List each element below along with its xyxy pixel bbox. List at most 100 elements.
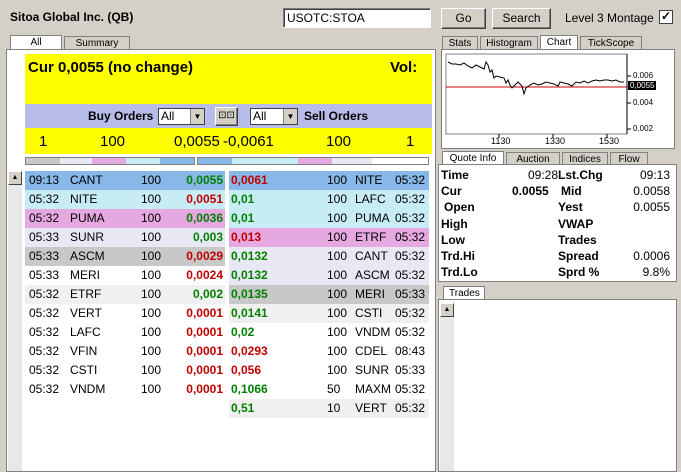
ask-market-maker: SUNR (355, 363, 390, 377)
open-label: Open (444, 200, 475, 214)
bid-depth-strip (25, 157, 195, 165)
bid-price: 0,0001 (186, 306, 223, 320)
ask-row[interactable]: 0,056 100 SUNR 05:33 (229, 361, 429, 380)
chart-x-label: 1130 (491, 136, 511, 146)
ask-time: 05:32 (395, 382, 426, 396)
ask-time: 05:32 (395, 230, 426, 244)
level3-montage-checkbox[interactable]: ✓ (659, 10, 673, 24)
tab-tickscope[interactable]: TickScope (580, 36, 642, 50)
ask-row[interactable]: 0,013 100 ETRF 05:32 (229, 228, 429, 247)
ask-time: 05:32 (395, 192, 426, 206)
sell-orders-filter[interactable]: All ▼ (250, 108, 298, 125)
ask-size: 100 (327, 268, 348, 282)
go-button[interactable]: Go (441, 8, 486, 29)
ask-row[interactable]: 0,0061 100 NITE 05:32 (229, 171, 429, 190)
bid-row[interactable]: 05:33 ASCM 100 0,0029 (25, 247, 225, 266)
inside-market-summary: 1 100 0,0055 -0,0061 100 1 (25, 128, 432, 154)
chart-x-label: 1330 (545, 136, 566, 146)
quote-row: High VWAP (439, 216, 676, 232)
tab-summary[interactable]: Summary (64, 36, 130, 50)
bid-time: 05:33 (29, 249, 60, 263)
scroll-up-icon[interactable]: ▲ (440, 303, 454, 317)
chart-x-label: 1530 (599, 136, 620, 146)
montage-scrollbar[interactable] (8, 171, 22, 471)
trades-scrollbar[interactable] (440, 303, 454, 471)
trdhi-label: Trd.Hi (441, 249, 476, 263)
tab-histogram[interactable]: Histogram (480, 36, 538, 50)
bid-count: 1 (39, 133, 48, 150)
ask-size: 100 (326, 133, 352, 150)
chevron-down-icon[interactable]: ▼ (283, 109, 297, 124)
ask-price: 0,013 (231, 230, 262, 244)
bid-size: 100 (141, 344, 162, 358)
volume-text: Vol: (390, 59, 418, 76)
ask-market-maker: NITE (355, 173, 383, 187)
bid-row[interactable]: 05:32 PUMA 100 0,0036 (25, 209, 225, 228)
bid-row[interactable]: 05:32 VFIN 100 0,0001 (25, 342, 225, 361)
ask-size: 100 (327, 173, 348, 187)
mid-value: 0.0058 (633, 184, 670, 198)
lstchg-value: 09:13 (639, 168, 670, 182)
bid-time: 05:32 (29, 192, 60, 206)
bid-price: 0,0055 (186, 173, 223, 187)
ask-price: 0,01 (231, 192, 255, 206)
ask-price: 0,0141 (231, 306, 268, 320)
bid-price: 0,0029 (186, 249, 223, 263)
ask-price: 0,0132 (231, 268, 268, 282)
spread-value: 0.0006 (633, 249, 670, 263)
bid-row[interactable]: 05:33 MERI 100 0,0024 (25, 266, 225, 285)
chart-current-price-label: 0,0055 (628, 81, 657, 90)
ask-row[interactable]: 0,51 10 VERT 05:32 (229, 399, 429, 418)
bid-price: 0,003 (192, 230, 223, 244)
ask-row[interactable]: 0,01 100 PUMA 05:32 (229, 209, 429, 228)
bid-market-maker: CSTI (70, 363, 98, 377)
quote-info-panel: Time 09:28 Lst.Chg 09:13 Cur 0.0055 Mid … (438, 164, 677, 282)
low-label: Low (441, 233, 465, 247)
ask-row[interactable]: 0,02 100 VNDM 05:32 (229, 323, 429, 342)
bid-market-maker: VERT (70, 306, 102, 320)
bid-time: 05:33 (29, 268, 60, 282)
time-value: 09:28 (528, 168, 559, 182)
bid-row[interactable]: 05:32 VNDM 100 0,0001 (25, 380, 225, 399)
ask-row[interactable]: 0,0293 100 CDEL 08:43 (229, 342, 429, 361)
ask-market-maker: CSTI (355, 306, 383, 320)
ask-row[interactable]: 0,0132 100 CANT 05:32 (229, 247, 429, 266)
ask-row[interactable]: 0,01 100 LAFC 05:32 (229, 190, 429, 209)
symbol-input[interactable]: USOTC:STOA (283, 8, 431, 28)
ask-time: 05:32 (395, 173, 426, 187)
bid-row[interactable]: 05:33 SUNR 100 0,003 (25, 228, 225, 247)
bid-row[interactable]: 05:32 LAFC 100 0,0001 (25, 323, 225, 342)
bid-price: 0,0001 (186, 382, 223, 396)
link-icon[interactable]: ⊡⊡ (215, 107, 238, 126)
bid-row[interactable]: 05:32 NITE 100 0,0051 (25, 190, 225, 209)
chevron-down-icon[interactable]: ▼ (190, 109, 204, 124)
tab-stats[interactable]: Stats (442, 36, 478, 50)
ask-size: 100 (327, 325, 348, 339)
buy-orders-filter[interactable]: All ▼ (158, 108, 205, 125)
time-label: Time (441, 168, 469, 182)
tab-all-orders[interactable]: All orders (10, 35, 62, 61)
search-button[interactable]: Search (492, 8, 551, 29)
ask-row[interactable]: 0,0132 100 ASCM 05:32 (229, 266, 429, 285)
bid-row[interactable]: 05:32 VERT 100 0,0001 (25, 304, 225, 323)
ask-market-maker: VERT (355, 401, 387, 415)
ask-size: 100 (327, 211, 348, 225)
trades-panel (438, 299, 677, 472)
bid-market-maker: ETRF (70, 287, 102, 301)
buy-orders-label: Buy Orders (88, 109, 154, 123)
yest-value: 0.0055 (633, 200, 670, 214)
bid-row[interactable]: 05:32 ETRF 100 0,002 (25, 285, 225, 304)
bid-row[interactable]: 09:13 CANT 100 0,0055 (25, 171, 225, 190)
ask-row[interactable]: 0,0141 100 CSTI 05:32 (229, 304, 429, 323)
bid-size: 100 (141, 363, 162, 377)
bid-row[interactable]: 05:32 CSTI 100 0,0001 (25, 361, 225, 380)
ask-row[interactable]: 0,0135 100 MERI 05:33 (229, 285, 429, 304)
scroll-up-icon[interactable]: ▲ (8, 171, 22, 185)
ask-row[interactable]: 0,1066 50 MAXM 05:32 (229, 380, 429, 399)
ask-market-maker: PUMA (355, 211, 390, 225)
ask-time: 05:33 (395, 363, 426, 377)
bid-price: 0,0024 (186, 268, 223, 282)
bid-time: 05:32 (29, 325, 60, 339)
ask-price: 0,02 (231, 325, 255, 339)
tab-chart[interactable]: Chart (540, 35, 578, 50)
